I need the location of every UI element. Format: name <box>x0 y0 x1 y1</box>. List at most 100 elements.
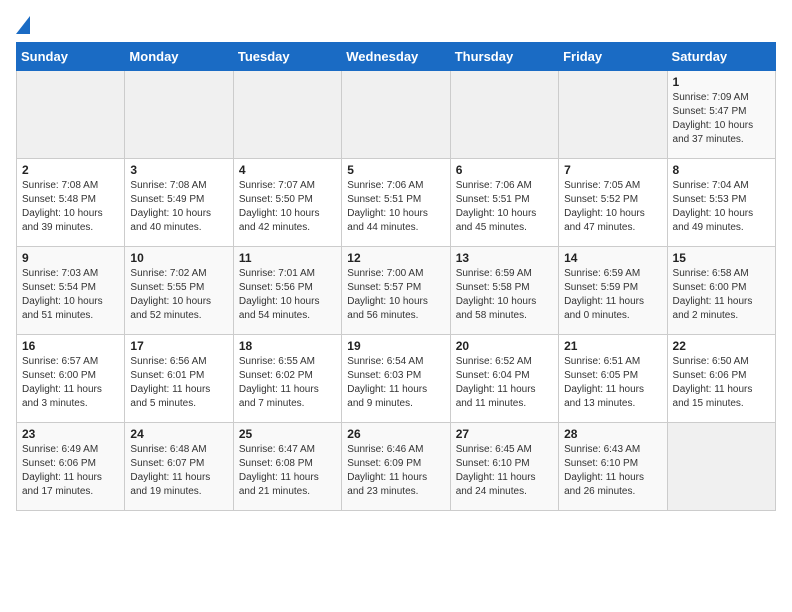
day-info: Sunrise: 6:55 AM Sunset: 6:02 PM Dayligh… <box>239 355 336 411</box>
day-info: Sunrise: 7:08 AM Sunset: 5:48 PM Dayligh… <box>22 179 119 235</box>
day-number: 13 <box>456 251 553 265</box>
calendar-week-5: 23 Sunrise: 6:49 AM Sunset: 6:06 PM Dayli… <box>17 423 776 511</box>
weekday-header-friday: Friday <box>559 43 667 71</box>
day-info: Sunrise: 7:03 AM Sunset: 5:54 PM Dayligh… <box>22 267 119 323</box>
calendar-cell: 5Sunrise: 7:06 AM Sunset: 5:51 PM Daylig… <box>342 159 450 247</box>
calendar-cell: 26 Sunrise: 6:46 AM Sunset: 6:09 PM Dayli… <box>342 423 450 511</box>
day-number: 18 <box>239 339 336 353</box>
day-number: 21 <box>564 339 661 353</box>
calendar-cell: 14 Sunrise: 6:59 AM Sunset: 5:59 PM Dayli… <box>559 247 667 335</box>
calendar-cell: 20Sunrise: 6:52 AM Sunset: 6:04 PM Dayli… <box>450 335 558 423</box>
calendar-cell: 9 Sunrise: 7:03 AM Sunset: 5:54 PM Daylig… <box>17 247 125 335</box>
calendar-cell: 15 Sunrise: 6:58 AM Sunset: 6:00 PM Dayli… <box>667 247 775 335</box>
calendar-cell: 12 Sunrise: 7:00 AM Sunset: 5:57 PM Dayli… <box>342 247 450 335</box>
calendar-cell <box>233 71 341 159</box>
calendar-cell: 21 Sunrise: 6:51 AM Sunset: 6:05 PM Dayli… <box>559 335 667 423</box>
calendar-cell: 2 Sunrise: 7:08 AM Sunset: 5:48 PM Daylig… <box>17 159 125 247</box>
day-number: 14 <box>564 251 661 265</box>
day-number: 25 <box>239 427 336 441</box>
day-number: 6 <box>456 163 553 177</box>
day-number: 28 <box>564 427 661 441</box>
day-info: Sunrise: 6:47 AM Sunset: 6:08 PM Dayligh… <box>239 443 336 499</box>
day-info: Sunrise: 6:54 AM Sunset: 6:03 PM Dayligh… <box>347 355 444 411</box>
day-number: 1 <box>673 75 770 89</box>
day-info: Sunrise: 6:57 AM Sunset: 6:00 PM Dayligh… <box>22 355 119 411</box>
day-info: Sunrise: 6:45 AM Sunset: 6:10 PM Dayligh… <box>456 443 553 499</box>
calendar-cell: 10 Sunrise: 7:02 AM Sunset: 5:55 PM Dayli… <box>125 247 233 335</box>
day-info: Sunrise: 6:52 AM Sunset: 6:04 PM Dayligh… <box>456 355 553 411</box>
day-number: 19 <box>347 339 444 353</box>
calendar-cell: 13 Sunrise: 6:59 AM Sunset: 5:58 PM Dayli… <box>450 247 558 335</box>
calendar-cell: 7 Sunrise: 7:05 AM Sunset: 5:52 PM Daylig… <box>559 159 667 247</box>
calendar-cell <box>667 423 775 511</box>
day-info: Sunrise: 6:50 AM Sunset: 6:06 PM Dayligh… <box>673 355 770 411</box>
day-info: Sunrise: 6:59 AM Sunset: 5:59 PM Dayligh… <box>564 267 661 323</box>
calendar-cell: 16 Sunrise: 6:57 AM Sunset: 6:00 PM Dayli… <box>17 335 125 423</box>
calendar-cell: 11 Sunrise: 7:01 AM Sunset: 5:56 PM Dayli… <box>233 247 341 335</box>
day-info: Sunrise: 7:01 AM Sunset: 5:56 PM Dayligh… <box>239 267 336 323</box>
calendar-table: SundayMondayTuesdayWednesdayThursdayFrid… <box>16 42 776 511</box>
calendar-cell <box>342 71 450 159</box>
day-info: Sunrise: 7:05 AM Sunset: 5:52 PM Dayligh… <box>564 179 661 235</box>
weekday-header-row: SundayMondayTuesdayWednesdayThursdayFrid… <box>17 43 776 71</box>
weekday-header-monday: Monday <box>125 43 233 71</box>
day-info: Sunrise: 6:49 AM Sunset: 6:06 PM Dayligh… <box>22 443 119 499</box>
day-number: 23 <box>22 427 119 441</box>
day-info: Sunrise: 7:09 AM Sunset: 5:47 PM Dayligh… <box>673 91 770 147</box>
day-number: 17 <box>130 339 227 353</box>
weekday-header-wednesday: Wednesday <box>342 43 450 71</box>
day-info: Sunrise: 6:46 AM Sunset: 6:09 PM Dayligh… <box>347 443 444 499</box>
calendar-cell <box>559 71 667 159</box>
calendar-cell: 23 Sunrise: 6:49 AM Sunset: 6:06 PM Dayli… <box>17 423 125 511</box>
day-info: Sunrise: 7:00 AM Sunset: 5:57 PM Dayligh… <box>347 267 444 323</box>
day-info: Sunrise: 7:04 AM Sunset: 5:53 PM Dayligh… <box>673 179 770 235</box>
logo-arrow-icon <box>16 16 30 34</box>
calendar-cell: 24 Sunrise: 6:48 AM Sunset: 6:07 PM Dayli… <box>125 423 233 511</box>
day-number: 12 <box>347 251 444 265</box>
calendar-cell: 1 Sunrise: 7:09 AM Sunset: 5:47 PM Daylig… <box>667 71 775 159</box>
day-info: Sunrise: 7:08 AM Sunset: 5:49 PM Dayligh… <box>130 179 227 235</box>
calendar-cell: 3 Sunrise: 7:08 AM Sunset: 5:49 PM Daylig… <box>125 159 233 247</box>
calendar-cell: 17 Sunrise: 6:56 AM Sunset: 6:01 PM Dayli… <box>125 335 233 423</box>
calendar-cell: 8Sunrise: 7:04 AM Sunset: 5:53 PM Daylig… <box>667 159 775 247</box>
logo <box>16 16 30 34</box>
day-number: 11 <box>239 251 336 265</box>
calendar-week-1: 1 Sunrise: 7:09 AM Sunset: 5:47 PM Daylig… <box>17 71 776 159</box>
calendar-week-4: 16 Sunrise: 6:57 AM Sunset: 6:00 PM Dayli… <box>17 335 776 423</box>
calendar-cell: 6Sunrise: 7:06 AM Sunset: 5:51 PM Daylig… <box>450 159 558 247</box>
day-number: 5 <box>347 163 444 177</box>
calendar-cell <box>17 71 125 159</box>
calendar-cell: 28 Sunrise: 6:43 AM Sunset: 6:10 PM Dayli… <box>559 423 667 511</box>
day-number: 26 <box>347 427 444 441</box>
day-number: 27 <box>456 427 553 441</box>
day-number: 3 <box>130 163 227 177</box>
day-info: Sunrise: 6:43 AM Sunset: 6:10 PM Dayligh… <box>564 443 661 499</box>
calendar-week-3: 9 Sunrise: 7:03 AM Sunset: 5:54 PM Daylig… <box>17 247 776 335</box>
day-info: Sunrise: 6:59 AM Sunset: 5:58 PM Dayligh… <box>456 267 553 323</box>
weekday-header-saturday: Saturday <box>667 43 775 71</box>
calendar-cell <box>450 71 558 159</box>
day-info: Sunrise: 7:02 AM Sunset: 5:55 PM Dayligh… <box>130 267 227 323</box>
day-number: 7 <box>564 163 661 177</box>
calendar-week-2: 2 Sunrise: 7:08 AM Sunset: 5:48 PM Daylig… <box>17 159 776 247</box>
day-number: 2 <box>22 163 119 177</box>
day-number: 9 <box>22 251 119 265</box>
calendar-cell <box>125 71 233 159</box>
calendar-cell: 19 Sunrise: 6:54 AM Sunset: 6:03 PM Dayli… <box>342 335 450 423</box>
day-number: 4 <box>239 163 336 177</box>
weekday-header-sunday: Sunday <box>17 43 125 71</box>
day-info: Sunrise: 6:48 AM Sunset: 6:07 PM Dayligh… <box>130 443 227 499</box>
day-info: Sunrise: 6:56 AM Sunset: 6:01 PM Dayligh… <box>130 355 227 411</box>
day-info: Sunrise: 6:58 AM Sunset: 6:00 PM Dayligh… <box>673 267 770 323</box>
page-header <box>16 16 776 34</box>
day-info: Sunrise: 6:51 AM Sunset: 6:05 PM Dayligh… <box>564 355 661 411</box>
day-number: 15 <box>673 251 770 265</box>
weekday-header-thursday: Thursday <box>450 43 558 71</box>
weekday-header-tuesday: Tuesday <box>233 43 341 71</box>
day-info: Sunrise: 7:07 AM Sunset: 5:50 PM Dayligh… <box>239 179 336 235</box>
day-number: 10 <box>130 251 227 265</box>
day-number: 16 <box>22 339 119 353</box>
calendar-cell: 22Sunrise: 6:50 AM Sunset: 6:06 PM Dayli… <box>667 335 775 423</box>
calendar-cell: 27 Sunrise: 6:45 AM Sunset: 6:10 PM Dayli… <box>450 423 558 511</box>
day-number: 24 <box>130 427 227 441</box>
